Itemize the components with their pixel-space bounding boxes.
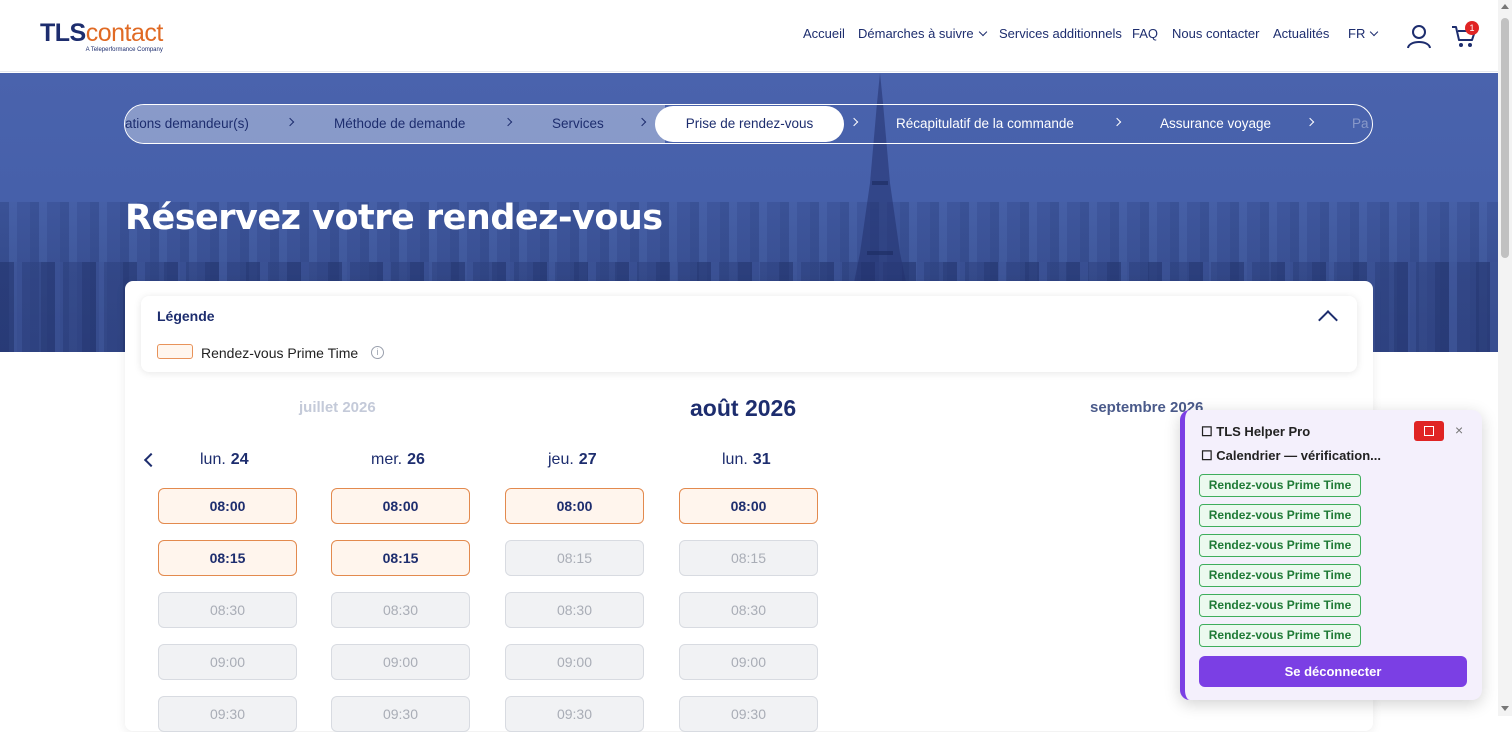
time-slot-unavailable: 09:00	[679, 644, 818, 680]
page-scrollbar[interactable]	[1498, 0, 1512, 716]
time-slot-available[interactable]: 08:00	[158, 488, 297, 524]
time-slot-unavailable: 08:30	[158, 592, 297, 628]
stop-icon	[1424, 426, 1434, 436]
logo-wordmark: TLScontact	[40, 20, 163, 46]
time-slot-unavailable: 09:00	[505, 644, 644, 680]
chevron-right-icon	[1305, 117, 1315, 127]
nav-demarches[interactable]: Démarches à suivre	[858, 26, 987, 41]
month-prev[interactable]: juillet 2026	[299, 399, 376, 416]
nav-nous-contacter[interactable]: Nous contacter	[1172, 26, 1259, 41]
chevron-right-icon	[849, 117, 859, 127]
day-header: lun. 24	[200, 451, 249, 469]
step-paiement[interactable]: Pa	[1352, 105, 1369, 143]
legend-item-label: Rendez-vous Prime Time	[201, 345, 359, 361]
language-label: FR	[1348, 26, 1366, 41]
day-weekday: lun.	[200, 451, 226, 468]
logout-button[interactable]: Se déconnecter	[1199, 656, 1467, 687]
time-slot-available[interactable]: 08:00	[679, 488, 818, 524]
time-slot-unavailable: 08:15	[505, 540, 644, 576]
nav-faq[interactable]: FAQ	[1132, 26, 1158, 41]
month-current: août 2026	[690, 395, 797, 421]
helper-slot-chip[interactable]: Rendez-vous Prime Time	[1199, 504, 1361, 527]
chevron-right-icon	[1112, 117, 1122, 127]
tlscontact-logo[interactable]: TLScontact A Teleperformance Company	[40, 20, 163, 53]
time-slot-unavailable: 08:30	[505, 592, 644, 628]
day-header: lun. 31	[722, 451, 771, 469]
step-assurance-voyage[interactable]: Assurance voyage	[1160, 105, 1271, 143]
logo-accent: contact	[85, 19, 164, 47]
day-header: mer. 26	[371, 451, 425, 469]
stop-button[interactable]	[1414, 421, 1444, 441]
time-slot-unavailable: 08:15	[679, 540, 818, 576]
chevron-down-icon	[978, 27, 987, 37]
day-number: 24	[230, 451, 249, 468]
booking-stepper: ations demandeur(s) Méthode de demande S…	[124, 104, 1373, 144]
cart-count-badge: 1	[1465, 21, 1479, 35]
step-prise-de-rendez-vous[interactable]: Prise de rendez-vous	[655, 106, 844, 142]
tls-helper-panel: ☐ TLS Helper Pro × ☐ Calendrier — vérifi…	[1180, 410, 1482, 700]
logo-tagline: A Teleperformance Company	[85, 47, 163, 53]
time-slot-available[interactable]: 08:00	[331, 488, 470, 524]
time-slot-unavailable: 09:30	[331, 696, 470, 732]
prime-time-swatch	[157, 344, 193, 359]
step-methode-de-demande[interactable]: Méthode de demande	[334, 105, 465, 143]
day-number: 31	[752, 451, 771, 468]
scrollbar-thumb[interactable]	[1501, 18, 1509, 258]
nav-actualites[interactable]: Actualités	[1273, 26, 1329, 41]
step-informations-demandeurs[interactable]: ations demandeur(s)	[125, 105, 249, 143]
step-recapitulatif[interactable]: Récapitulatif de la commande	[896, 105, 1074, 143]
day-weekday: jeu.	[548, 451, 574, 468]
page-title: Réservez votre rendez-vous	[125, 198, 663, 238]
info-icon[interactable]: i	[371, 346, 384, 359]
time-slot-unavailable: 08:30	[331, 592, 470, 628]
time-slot-unavailable: 09:00	[158, 644, 297, 680]
helper-slot-chip[interactable]: Rendez-vous Prime Time	[1199, 474, 1361, 497]
scroll-up-arrow-icon[interactable]	[1501, 4, 1509, 9]
helper-slot-chip[interactable]: Rendez-vous Prime Time	[1199, 594, 1361, 617]
chevron-up-icon[interactable]	[1318, 310, 1338, 330]
helper-title: ☐ TLS Helper Pro	[1201, 424, 1311, 439]
helper-slot-chip[interactable]: Rendez-vous Prime Time	[1199, 564, 1361, 587]
legend-panel: Légende Rendez-vous Prime Time i	[141, 296, 1357, 372]
nav-demarches-label: Démarches à suivre	[858, 26, 974, 41]
helper-status: ☐ Calendrier — vérification...	[1201, 448, 1381, 463]
nav-services-additionnels[interactable]: Services additionnels	[999, 26, 1122, 41]
time-slot-available[interactable]: 08:00	[505, 488, 644, 524]
chevron-down-icon	[1370, 27, 1379, 37]
day-weekday: mer.	[371, 451, 403, 468]
day-number: 27	[578, 451, 597, 468]
language-selector[interactable]: FR	[1348, 26, 1379, 41]
scroll-down-arrow-icon[interactable]	[1501, 706, 1509, 711]
user-account-icon[interactable]	[1406, 23, 1432, 49]
time-slot-available[interactable]: 08:15	[331, 540, 470, 576]
step-services[interactable]: Services	[552, 105, 604, 143]
time-slot-unavailable: 09:00	[331, 644, 470, 680]
legend-title: Légende	[157, 308, 215, 324]
day-number: 26	[407, 451, 425, 468]
time-slot-available[interactable]: 08:15	[158, 540, 297, 576]
day-weekday: lun.	[722, 451, 748, 468]
logo-main: TLS	[40, 19, 86, 47]
time-slot-unavailable: 08:30	[679, 592, 818, 628]
time-slot-unavailable: 09:30	[679, 696, 818, 732]
time-slot-unavailable: 09:30	[158, 696, 297, 732]
helper-slot-chip[interactable]: Rendez-vous Prime Time	[1199, 624, 1361, 647]
helper-slot-chip[interactable]: Rendez-vous Prime Time	[1199, 534, 1361, 557]
time-slot-unavailable: 09:30	[505, 696, 644, 732]
nav-accueil[interactable]: Accueil	[803, 26, 845, 41]
site-header: TLScontact A Teleperformance Company Acc…	[0, 0, 1498, 72]
close-icon[interactable]: ×	[1455, 422, 1463, 438]
day-header: jeu. 27	[548, 451, 597, 469]
